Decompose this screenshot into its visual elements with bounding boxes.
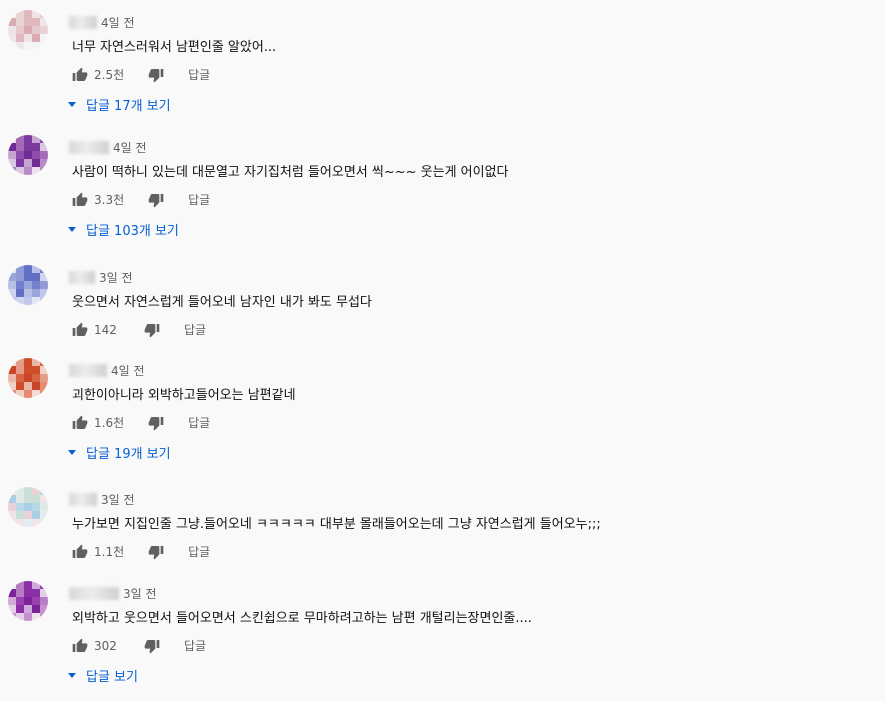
thumb-down-icon[interactable] xyxy=(148,415,164,431)
thumb-down-icon[interactable] xyxy=(144,322,160,338)
caret-down-icon xyxy=(68,102,76,107)
like-count: 1.6천 xyxy=(94,416,125,430)
comment-text: 괴한이아니라 외박하고들어오는 남편같네 xyxy=(72,388,296,403)
comment-text: 누가보면 지집인줄 그냥.들어오네 ㅋㅋㅋㅋㅋ 대부분 몰래들어오는데 그냥 자… xyxy=(72,517,601,532)
author-name-blurred[interactable] xyxy=(69,16,97,29)
comment-meta: 3일 전 xyxy=(69,269,133,287)
comment-time[interactable]: 3일 전 xyxy=(99,271,133,285)
comment-meta: 4일 전 xyxy=(69,362,145,380)
comment-text: 사람이 떡하니 있는데 대문열고 자기집처럼 들어오면서 씩~~~ 웃는게 어이… xyxy=(72,165,509,180)
comment-actions: 1.6천 답글 xyxy=(72,414,210,436)
comment-item: 4일 전괴한이아니라 외박하고들어오는 남편같네 1.6천 답글답글 19개 보기 xyxy=(0,348,885,468)
avatar[interactable] xyxy=(8,487,48,527)
reply-button[interactable]: 답글 xyxy=(188,66,210,83)
comment-meta: 3일 전 xyxy=(69,491,135,509)
comment-actions: 142 답글 xyxy=(72,321,206,343)
comment-actions: 1.1천 답글 xyxy=(72,543,210,565)
author-name-blurred[interactable] xyxy=(69,493,97,506)
comment-item: 4일 전너무 자연스러워서 남편인줄 알았어... 2.5천 답글답글 17개 보기 xyxy=(0,0,885,120)
view-replies-label: 답글 19개 보기 xyxy=(86,447,171,462)
author-name-blurred[interactable] xyxy=(69,271,95,284)
comment-meta: 4일 전 xyxy=(69,139,147,157)
thumb-up-icon[interactable] xyxy=(72,67,88,83)
thumb-down-icon[interactable] xyxy=(144,638,160,654)
avatar[interactable] xyxy=(8,581,48,621)
reply-button[interactable]: 답글 xyxy=(184,321,206,338)
like-count: 2.5천 xyxy=(94,68,125,82)
comment-time[interactable]: 4일 전 xyxy=(113,141,147,155)
caret-down-icon xyxy=(68,227,76,232)
comment-item: 4일 전사람이 떡하니 있는데 대문열고 자기집처럼 들어오면서 씩~~~ 웃는… xyxy=(0,125,885,245)
comment-item: 3일 전외박하고 웃으면서 들어오면서 스킨쉽으로 무마하려고하는 남편 개털리… xyxy=(0,571,885,691)
comment-time[interactable]: 4일 전 xyxy=(101,16,135,30)
view-replies-label: 답글 17개 보기 xyxy=(86,99,171,114)
view-replies-label: 답글 103개 보기 xyxy=(86,224,179,239)
thumb-up-icon[interactable] xyxy=(72,322,88,338)
view-replies-button[interactable]: 답글 103개 보기 xyxy=(68,220,179,239)
thumb-down-icon[interactable] xyxy=(148,192,164,208)
like-count: 302 xyxy=(94,638,117,653)
thumb-up-icon[interactable] xyxy=(72,192,88,208)
comment-time[interactable]: 3일 전 xyxy=(101,493,135,507)
comment-actions: 3.3천 답글 xyxy=(72,191,210,213)
like-count: 142 xyxy=(94,322,117,337)
view-replies-button[interactable]: 답글 17개 보기 xyxy=(68,95,171,114)
comment-actions: 302 답글 xyxy=(72,637,206,659)
caret-down-icon xyxy=(68,673,76,678)
author-name-blurred[interactable] xyxy=(69,587,119,600)
comment-text: 너무 자연스러워서 남편인줄 알았어... xyxy=(72,40,277,55)
thumb-up-icon[interactable] xyxy=(72,544,88,560)
caret-down-icon xyxy=(68,450,76,455)
reply-button[interactable]: 답글 xyxy=(188,191,210,208)
thumb-down-icon[interactable] xyxy=(148,544,164,560)
thumb-up-icon[interactable] xyxy=(72,415,88,431)
thumb-down-icon[interactable] xyxy=(148,67,164,83)
avatar[interactable] xyxy=(8,265,48,305)
comment-text: 웃으면서 자연스럽게 들어오네 남자인 내가 봐도 무섭다 xyxy=(72,295,372,310)
comment-actions: 2.5천 답글 xyxy=(72,66,210,88)
view-replies-label: 답글 보기 xyxy=(86,670,138,685)
avatar[interactable] xyxy=(8,10,48,50)
reply-button[interactable]: 답글 xyxy=(184,637,206,654)
view-replies-button[interactable]: 답글 보기 xyxy=(68,666,138,685)
thumb-up-icon[interactable] xyxy=(72,638,88,654)
avatar[interactable] xyxy=(8,358,48,398)
like-count: 3.3천 xyxy=(94,193,125,207)
author-name-blurred[interactable] xyxy=(69,141,109,154)
comment-text: 외박하고 웃으면서 들어오면서 스킨쉽으로 무마하려고하는 남편 개털리는장면인… xyxy=(72,611,532,626)
view-replies-button[interactable]: 답글 19개 보기 xyxy=(68,443,171,462)
comment-time[interactable]: 3일 전 xyxy=(123,587,157,601)
reply-button[interactable]: 답글 xyxy=(188,414,210,431)
comment-meta: 3일 전 xyxy=(69,585,157,603)
author-name-blurred[interactable] xyxy=(69,364,107,377)
reply-button[interactable]: 답글 xyxy=(188,543,210,560)
avatar[interactable] xyxy=(8,135,48,175)
comment-meta: 4일 전 xyxy=(69,14,135,32)
comment-time[interactable]: 4일 전 xyxy=(111,364,145,378)
like-count: 1.1천 xyxy=(94,545,125,559)
